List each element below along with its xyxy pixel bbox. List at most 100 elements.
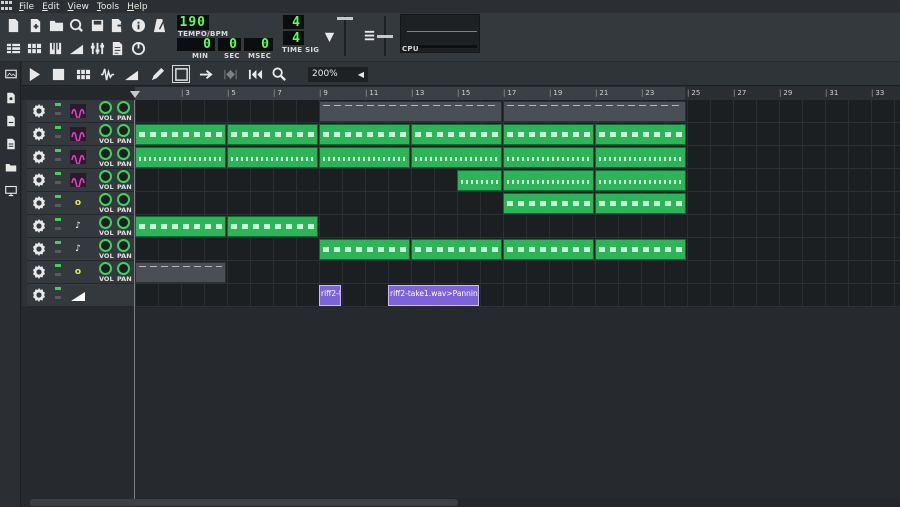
mute-button[interactable] [55,264,61,267]
pan-knob[interactable] [117,170,130,183]
pan-knob[interactable] [117,101,130,114]
volume-knob[interactable] [99,170,112,183]
track-drag-handle[interactable] [22,192,27,215]
track-lane[interactable] [135,215,900,238]
song-editor-icon[interactable] [4,39,22,57]
track-drag-handle[interactable] [22,238,27,261]
track-lane[interactable] [135,146,900,169]
pattern-clip[interactable] [595,147,686,168]
projects-icon[interactable] [3,90,18,105]
stop-behavior-icon[interactable] [246,65,264,83]
pattern-clip[interactable] [503,239,594,260]
add-sample-track-icon[interactable] [98,65,116,83]
master-volume-slider[interactable] [335,16,355,56]
add-pattern-track-icon[interactable] [74,65,92,83]
playhead-marker[interactable] [130,91,140,98]
app-menu-icon[interactable] [1,1,13,12]
save-project-icon[interactable] [88,16,106,34]
solo-button[interactable] [55,112,61,115]
tempo-display[interactable]: 190 [177,15,209,30]
gear-icon[interactable] [31,195,47,211]
edit-mode-icon[interactable] [172,65,190,83]
track-drag-handle[interactable] [22,215,27,238]
solo-button[interactable] [55,273,61,276]
new-project-icon[interactable] [4,16,22,34]
info-icon[interactable] [129,16,147,34]
zoom-select[interactable]: 200% ◀ [308,67,368,82]
track-lane[interactable] [135,123,900,146]
solo-button[interactable] [55,250,61,253]
gear-icon[interactable] [31,126,47,142]
empty-lane-area[interactable] [135,308,900,498]
draw-mode-icon[interactable] [148,65,166,83]
pattern-clip[interactable] [411,239,502,260]
muted-clip[interactable] [135,262,226,283]
project-notes-icon[interactable] [108,39,126,57]
solo-button[interactable] [55,158,61,161]
automation-icon[interactable] [70,288,86,302]
volume-knob[interactable] [99,101,112,114]
solo-button[interactable] [55,204,61,207]
volume-knob[interactable] [99,239,112,252]
track-lane[interactable] [135,192,900,215]
mute-button[interactable] [55,126,61,129]
sample-clip-icon[interactable] [70,104,86,118]
muted-clip[interactable] [319,101,502,122]
pattern-clip[interactable] [503,124,594,145]
track-lane[interactable]: riff2-t riff2-take1.wav>Panning [135,284,900,307]
sample-clip-icon[interactable] [70,173,86,187]
pattern-clip[interactable] [595,170,686,191]
stop-icon[interactable] [49,65,67,83]
track-lane[interactable] [135,261,900,284]
pattern-clip[interactable] [503,193,594,214]
horizontal-scrollbar[interactable] [30,499,458,506]
gear-icon[interactable] [31,287,47,303]
gear-icon[interactable] [31,218,47,234]
pan-knob[interactable] [117,239,130,252]
track-lane[interactable] [135,169,900,192]
recent-projects-icon[interactable] [67,16,85,34]
piano-roll-icon[interactable] [46,39,64,57]
menu-edit[interactable]: Edit [38,2,63,12]
pattern-clip[interactable] [595,239,686,260]
mute-button[interactable] [55,103,61,106]
pattern-clip[interactable] [595,124,686,145]
controller-rack-icon[interactable] [129,39,147,57]
sample-clip-icon[interactable] [70,127,86,141]
mute-button[interactable] [55,241,61,244]
timesig-denominator[interactable]: 4 [283,31,304,46]
pattern-clip[interactable] [227,124,318,145]
instrument-plugins-icon[interactable] [3,66,18,81]
menu-help[interactable]: Help [123,2,152,12]
home-folder-icon[interactable] [3,159,18,174]
automation-clip[interactable]: riff2-take1.wav>Panning [388,285,479,306]
mixer-icon[interactable] [88,39,106,57]
gear-icon[interactable] [31,172,47,188]
pan-knob[interactable] [117,147,130,160]
volume-knob[interactable] [99,193,112,206]
solo-button[interactable] [55,296,61,299]
mute-button[interactable] [55,218,61,221]
mute-button[interactable] [55,195,61,198]
metronome-icon[interactable] [150,16,168,34]
computer-icon[interactable] [3,183,18,198]
track-drag-handle[interactable] [22,169,27,192]
gear-icon[interactable] [31,264,47,280]
track-drag-handle[interactable] [22,284,27,307]
timesig-numerator[interactable]: 4 [283,15,304,30]
play-icon[interactable] [25,65,43,83]
samples-icon[interactable] [3,113,18,128]
pattern-clip[interactable] [595,193,686,214]
pan-knob[interactable] [117,262,130,275]
add-automation-track-icon[interactable] [122,65,140,83]
mute-button[interactable] [55,149,61,152]
pattern-clip[interactable] [135,216,226,237]
solo-button[interactable] [55,135,61,138]
track-drag-handle[interactable] [22,146,27,169]
oscillator-icon[interactable]: o [70,196,86,210]
loop-points-icon[interactable] [221,65,239,83]
solo-button[interactable] [55,227,61,230]
pattern-clip[interactable] [319,147,410,168]
track-drag-handle[interactable] [22,261,27,284]
pattern-clip[interactable] [503,170,594,191]
